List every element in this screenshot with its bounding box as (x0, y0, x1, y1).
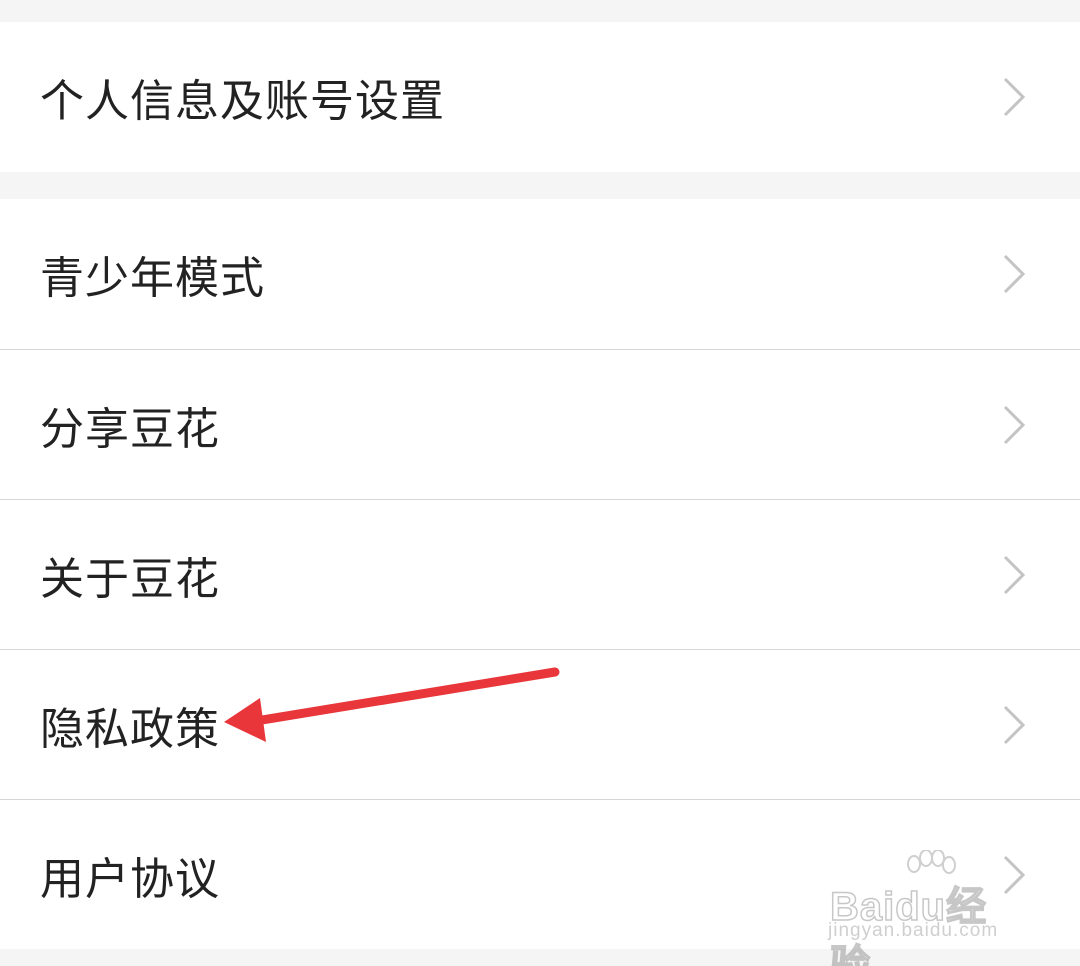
chevron-right-icon (1000, 75, 1028, 119)
chevron-right-icon (1000, 703, 1028, 747)
settings-page: 个人信息及账号设置 青少年模式 分享豆花 关于豆花 隐私政策 用户协议 Baid… (0, 0, 1080, 966)
chevron-right-icon (1000, 553, 1028, 597)
settings-item-label: 分享豆花 (40, 403, 220, 455)
settings-item-privacy-policy[interactable]: 隐私政策 (0, 649, 1080, 799)
settings-item-label: 用户协议 (40, 853, 220, 905)
settings-item-about[interactable]: 关于豆花 (0, 499, 1080, 649)
chevron-right-icon (1000, 403, 1028, 447)
settings-group-main: 青少年模式 分享豆花 关于豆花 隐私政策 用户协议 (0, 199, 1080, 949)
settings-item-teen-mode[interactable]: 青少年模式 (0, 199, 1080, 349)
settings-item-label: 个人信息及账号设置 (40, 76, 445, 127)
baidu-jingyan-watermark: Baidu经验 jingyan.baidu.com (826, 850, 1026, 966)
settings-group-account: 个人信息及账号设置 (0, 22, 1080, 172)
watermark-url: jingyan.baidu.com (828, 920, 999, 941)
chevron-right-icon (1000, 252, 1028, 296)
settings-item-label: 青少年模式 (40, 253, 265, 304)
settings-item-label: 关于豆花 (40, 553, 220, 605)
settings-item-share[interactable]: 分享豆花 (0, 349, 1080, 499)
settings-item-account[interactable]: 个人信息及账号设置 (0, 22, 1080, 172)
settings-item-label: 隐私政策 (40, 703, 220, 755)
